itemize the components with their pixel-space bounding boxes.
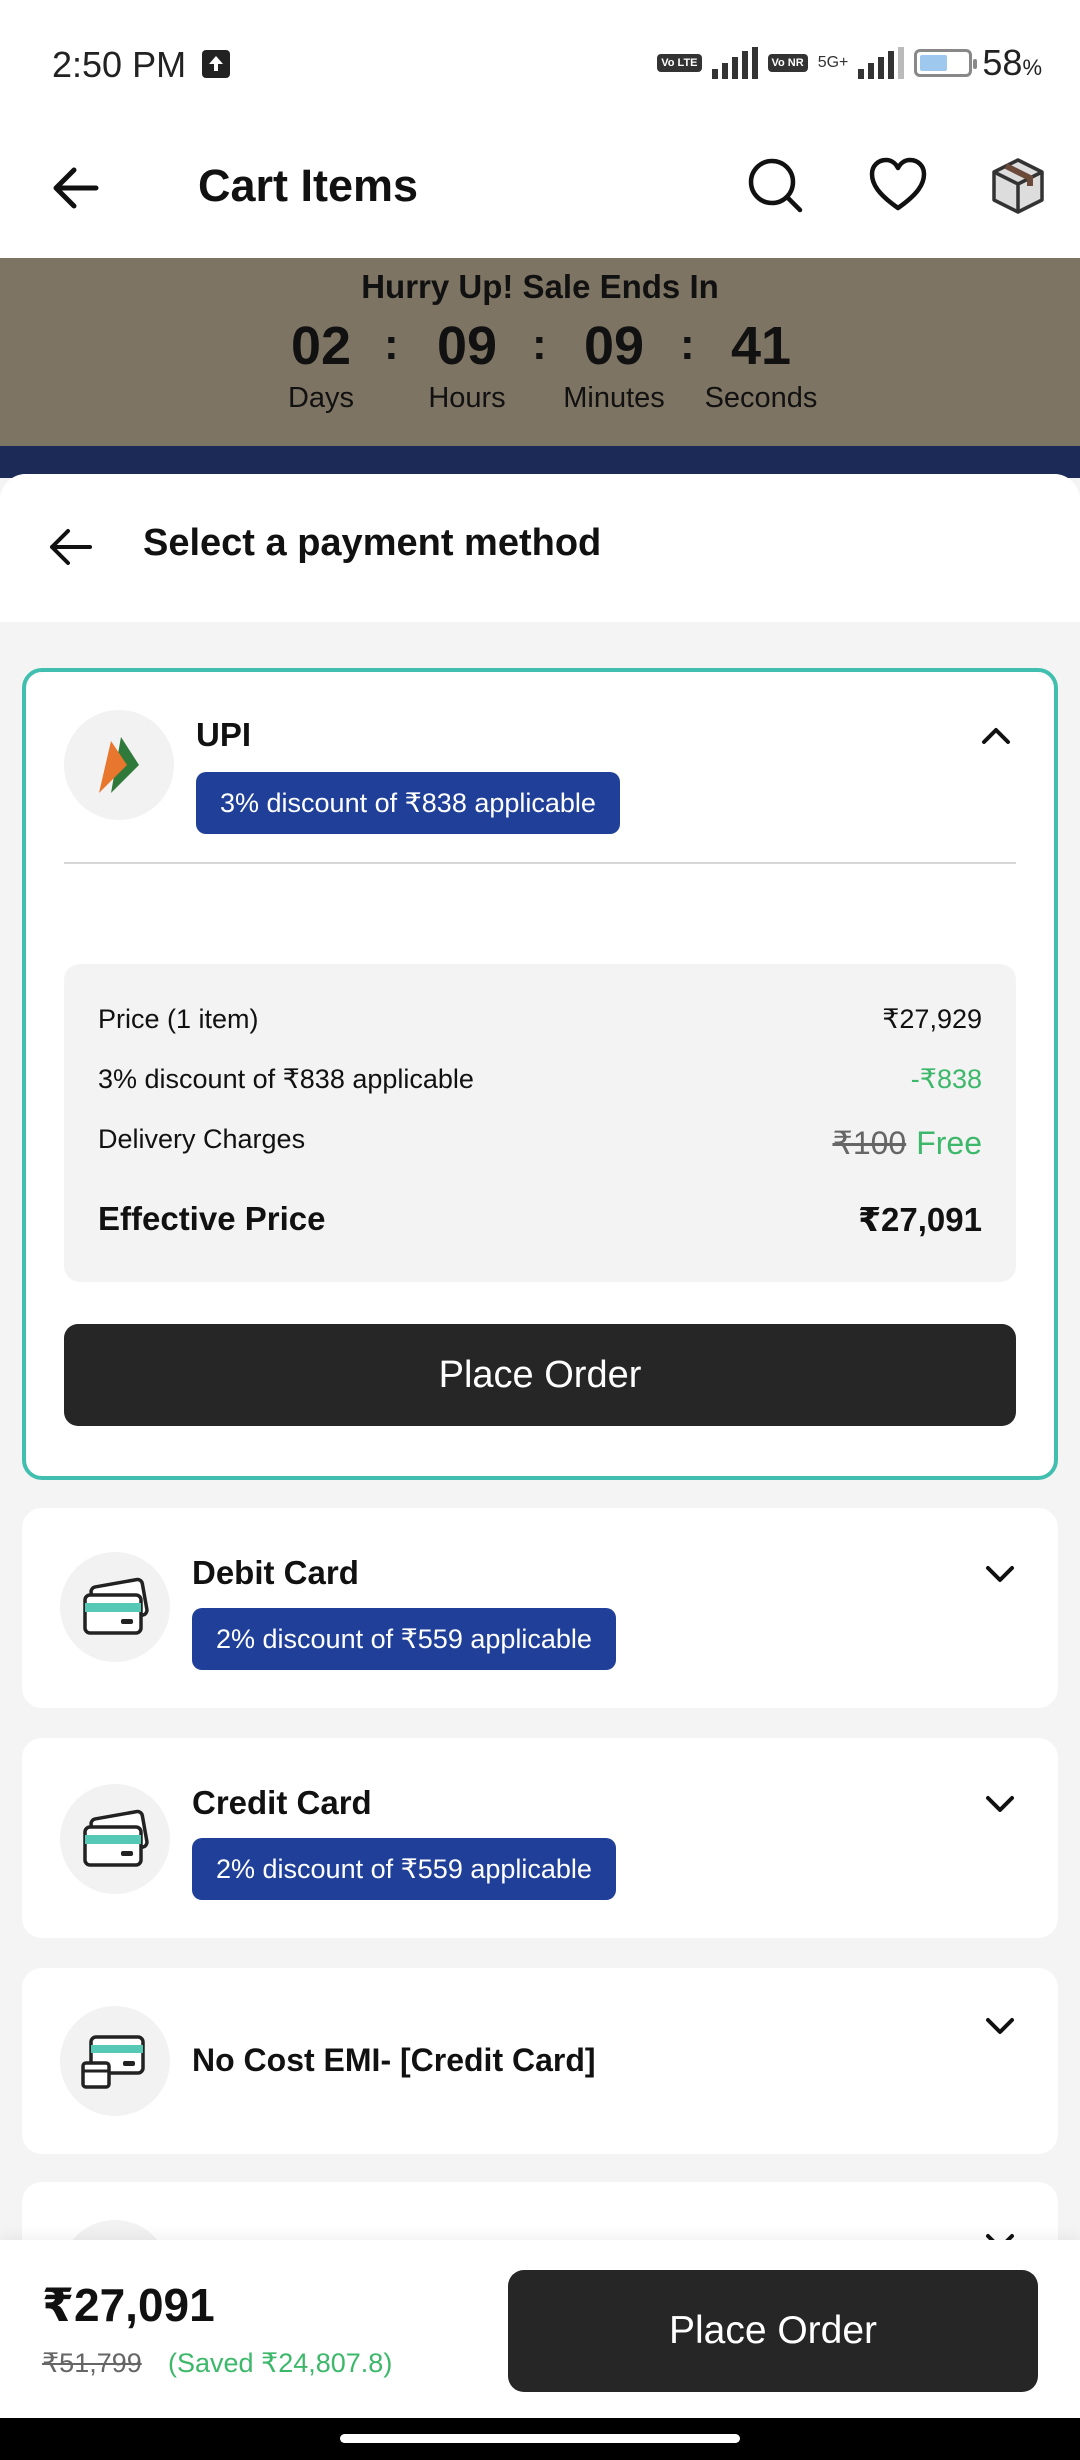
chevron-up-icon[interactable] — [976, 716, 1016, 756]
saved-amount: (Saved ₹24,807.8) — [168, 2348, 393, 2378]
countdown-label: Hours — [428, 382, 506, 414]
chevron-down-icon[interactable] — [980, 1554, 1020, 1594]
payment-method-name: Credit Card — [192, 1784, 372, 1821]
price-value: ₹27,929 — [882, 1004, 982, 1034]
effective-price-label: Effective Price — [98, 1200, 326, 1237]
countdown-label: Days — [287, 382, 355, 414]
countdown-value: 41 — [730, 316, 792, 376]
system-nav-bar — [0, 2418, 1080, 2460]
credit-card-icon — [60, 1784, 170, 1894]
upload-notification-icon — [202, 50, 230, 78]
payment-method-credit-card[interactable]: Credit Card 2% discount of ₹559 applicab… — [22, 1738, 1058, 1938]
status-indicators: Vo LTE Vo NR 5G+ 58% — [657, 42, 1042, 84]
sale-banner: Hurry Up! Sale Ends In 02 Days : 09 Hour… — [0, 258, 1080, 446]
debit-card-icon — [60, 1552, 170, 1662]
countdown-value: 02 — [290, 316, 352, 376]
payment-method-name: Debit Card — [192, 1554, 359, 1591]
countdown-value: 09 — [583, 316, 645, 376]
status-time: 2:50 PM — [52, 44, 187, 85]
page-title: Cart Items — [198, 160, 419, 211]
countdown-minutes: 09 Minutes — [539, 314, 689, 415]
price-label: Price (1 item) — [98, 1004, 259, 1034]
home-indicator[interactable] — [340, 2434, 740, 2443]
discount-label: 3% discount of ₹838 applicable — [98, 1064, 474, 1094]
back-arrow-icon[interactable] — [46, 156, 110, 220]
effective-price-value: ₹27,091 — [858, 1201, 982, 1238]
volte-indicator: Vo LTE — [657, 54, 702, 72]
vonr-indicator: Vo NR — [767, 54, 808, 72]
battery-tip — [973, 59, 978, 69]
original-price: ₹51,799 — [42, 2348, 142, 2378]
heart-icon[interactable] — [864, 152, 932, 220]
discount-value: -₹838 — [910, 1064, 982, 1094]
bottom-checkout-bar: ₹27,091 ₹51,799 (Saved ₹24,807.8) Place … — [0, 2240, 1080, 2418]
delivery-original-price: ₹100 — [832, 1125, 907, 1161]
discount-badge: 2% discount of ₹559 applicable — [192, 1608, 616, 1670]
delivery-free-label: Free — [916, 1125, 982, 1161]
payment-method-no-cost-emi[interactable]: No Cost EMI- [Credit Card] — [22, 1968, 1058, 2154]
payment-method-name: No Cost EMI- [Credit Card] — [192, 2042, 596, 2078]
emi-card-icon — [60, 2006, 170, 2116]
countdown-hours: 09 Hours — [392, 314, 542, 415]
battery-icon — [914, 49, 978, 77]
total-price: ₹27,091 — [42, 2279, 215, 2331]
place-order-button[interactable]: Place Order — [508, 2270, 1038, 2392]
place-order-button[interactable]: Place Order — [64, 1324, 1016, 1426]
signal-icon-2 — [858, 47, 905, 79]
signal-icon — [711, 47, 758, 79]
payment-method-upi[interactable]: UPI 3% discount of ₹838 applicable Price… — [22, 668, 1058, 1480]
countdown-timer: 02 Days : 09 Hours : 09 Minutes : 41 Sec… — [0, 314, 1080, 434]
discount-badge: 2% discount of ₹559 applicable — [192, 1838, 616, 1900]
network-type: 5G+ — [817, 54, 849, 71]
discount-badge: 3% discount of ₹838 applicable — [196, 772, 620, 834]
payment-method-name: UPI — [196, 716, 252, 753]
status-bar: 2:50 PM Vo LTE Vo NR 5G+ 58% — [0, 0, 1080, 130]
chevron-down-icon[interactable] — [980, 1784, 1020, 1824]
box-icon[interactable] — [984, 152, 1052, 220]
chevron-down-icon[interactable] — [980, 2006, 1020, 2046]
payment-method-debit-card[interactable]: Debit Card 2% discount of ₹559 applicabl… — [22, 1508, 1058, 1708]
app-header: Cart Items — [0, 130, 1080, 258]
countdown-days: 02 Days — [246, 314, 396, 415]
countdown-seconds: 41 Seconds — [686, 314, 836, 415]
countdown-label: Minutes — [563, 382, 665, 414]
back-arrow-icon[interactable] — [44, 520, 98, 574]
sale-title: Hurry Up! Sale Ends In — [361, 268, 719, 305]
upi-logo-icon — [64, 710, 174, 820]
payment-sheet: Select a payment method UPI 3% discount … — [0, 474, 1080, 2460]
search-icon[interactable] — [742, 152, 810, 220]
countdown-label: Seconds — [704, 382, 818, 414]
battery-level — [920, 55, 948, 71]
sheet-header: Select a payment method — [0, 474, 1080, 622]
delivery-label: Delivery Charges — [98, 1124, 306, 1154]
divider — [64, 862, 1016, 864]
battery-percent: 58% — [982, 42, 1042, 83]
delivery-value: ₹100 Free — [832, 1124, 982, 1162]
countdown-value: 09 — [436, 316, 498, 376]
price-breakdown: Price (1 item) ₹27,929 3% discount of ₹8… — [64, 964, 1016, 1282]
sheet-title: Select a payment method — [143, 522, 602, 564]
